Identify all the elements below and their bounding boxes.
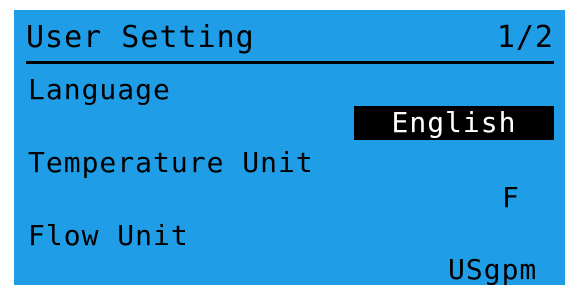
page-indicator: 1/2 [496, 20, 554, 55]
temperature-unit-value[interactable]: F [502, 180, 520, 216]
page-title: User Setting [26, 20, 255, 55]
temperature-unit-label: Temperature Unit [28, 146, 314, 179]
language-value[interactable]: English [354, 106, 554, 140]
title-divider [26, 61, 554, 64]
lcd-screen: User Setting 1/2 Language English Temper… [14, 10, 565, 285]
title-bar: User Setting 1/2 [26, 16, 554, 60]
flow-unit-label: Flow Unit [28, 219, 189, 252]
flow-unit-value[interactable]: USgpm [448, 252, 537, 285]
language-label: Language [28, 73, 171, 106]
